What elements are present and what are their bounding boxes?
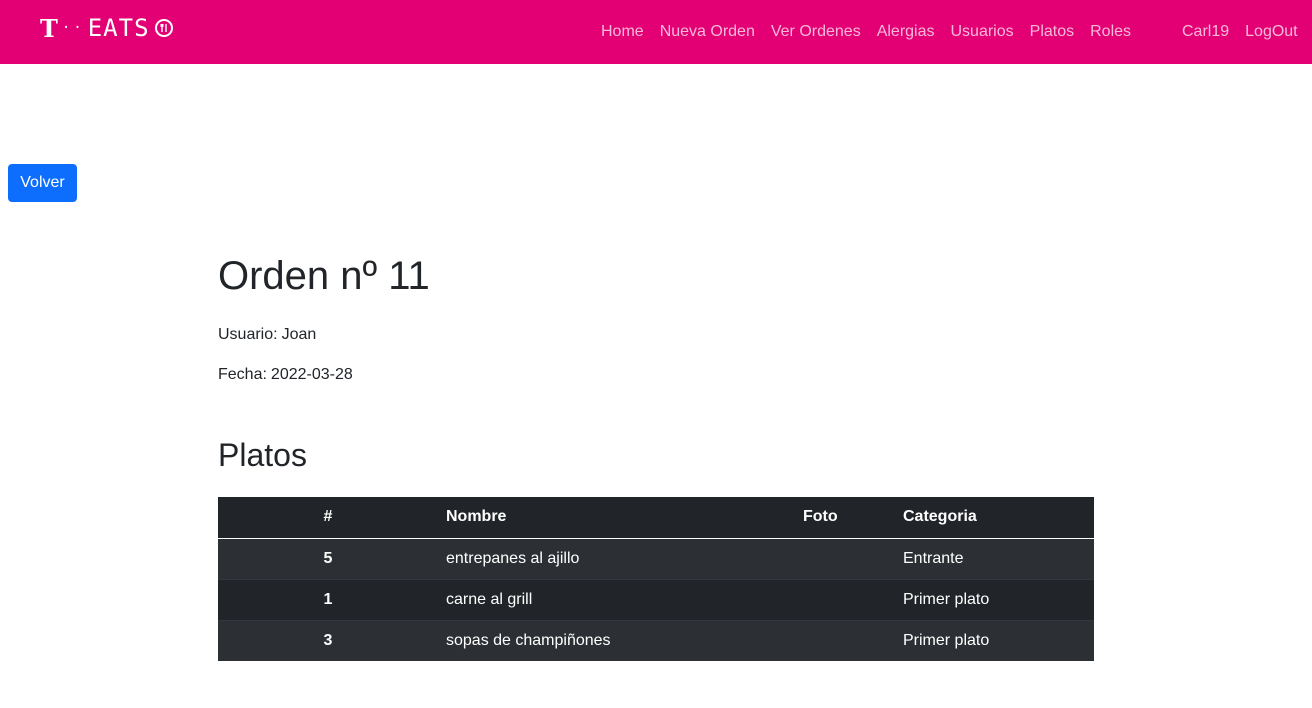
column-header-name: Nombre	[438, 497, 795, 539]
table-row: 1 carne al grill Primer plato	[218, 579, 1094, 620]
nav-nueva-orden[interactable]: Nueva Orden	[652, 0, 763, 64]
nav-ver-ordenes[interactable]: Ver Ordenes	[763, 0, 869, 64]
order-user-value: Joan	[281, 326, 317, 343]
table-header-row: # Nombre Foto Categoria	[218, 497, 1094, 539]
restaurant-icon	[154, 19, 173, 37]
dish-name: sopas de champiñones	[446, 631, 611, 649]
back-button[interactable]: Volver	[8, 164, 77, 202]
brand-logo[interactable]: T ·· EATS	[40, 13, 173, 43]
main-nav: Home Nueva Orden Ver Ordenes Alergias Us…	[593, 0, 1139, 64]
order-user: Usuario: Joan	[218, 325, 316, 345]
table-row: 5 entrepanes al ajillo Entrante	[218, 538, 1094, 579]
column-header-category: Categoria	[895, 497, 1094, 539]
page-title: Orden nº 11	[218, 254, 430, 298]
brand-name: EATS	[87, 14, 150, 42]
dish-id: 5	[323, 549, 333, 567]
dish-photo	[795, 579, 895, 620]
order-user-label: Usuario:	[218, 326, 278, 343]
user-nav: Carl19 LogOut	[1174, 0, 1306, 64]
nav-user-profile[interactable]: Carl19	[1174, 0, 1237, 64]
dish-id: 3	[323, 631, 333, 649]
dish-category: Primer plato	[903, 631, 990, 649]
dish-name: entrepanes al ajillo	[446, 549, 580, 567]
column-header-id: #	[218, 497, 438, 539]
dishes-table: # Nombre Foto Categoria 5 entrepanes al …	[218, 497, 1094, 661]
column-header-photo: Foto	[795, 497, 895, 539]
dish-name: carne al grill	[446, 590, 533, 608]
order-date-value: 2022-03-28	[270, 366, 353, 383]
dish-category: Entrante	[903, 549, 964, 567]
order-date-label: Fecha:	[218, 366, 267, 383]
dish-photo	[795, 620, 895, 661]
dish-id: 1	[323, 590, 333, 608]
nav-roles[interactable]: Roles	[1082, 0, 1139, 64]
nav-alergias[interactable]: Alergias	[869, 0, 943, 64]
dish-category: Primer plato	[903, 590, 990, 608]
dishes-section-title: Platos	[218, 437, 307, 473]
order-date: Fecha: 2022-03-28	[218, 365, 353, 385]
top-navbar: T ·· EATS Home Nueva Orden Ver Ordenes A…	[0, 0, 1312, 64]
table-row: 3 sopas de champiñones Primer plato	[218, 620, 1094, 661]
brand-dots: ··	[61, 20, 85, 36]
brand-t: T	[40, 13, 59, 43]
nav-logout[interactable]: LogOut	[1237, 0, 1305, 64]
nav-home[interactable]: Home	[593, 0, 652, 64]
dish-photo	[795, 538, 895, 579]
nav-usuarios[interactable]: Usuarios	[943, 0, 1022, 64]
nav-platos[interactable]: Platos	[1022, 0, 1082, 64]
